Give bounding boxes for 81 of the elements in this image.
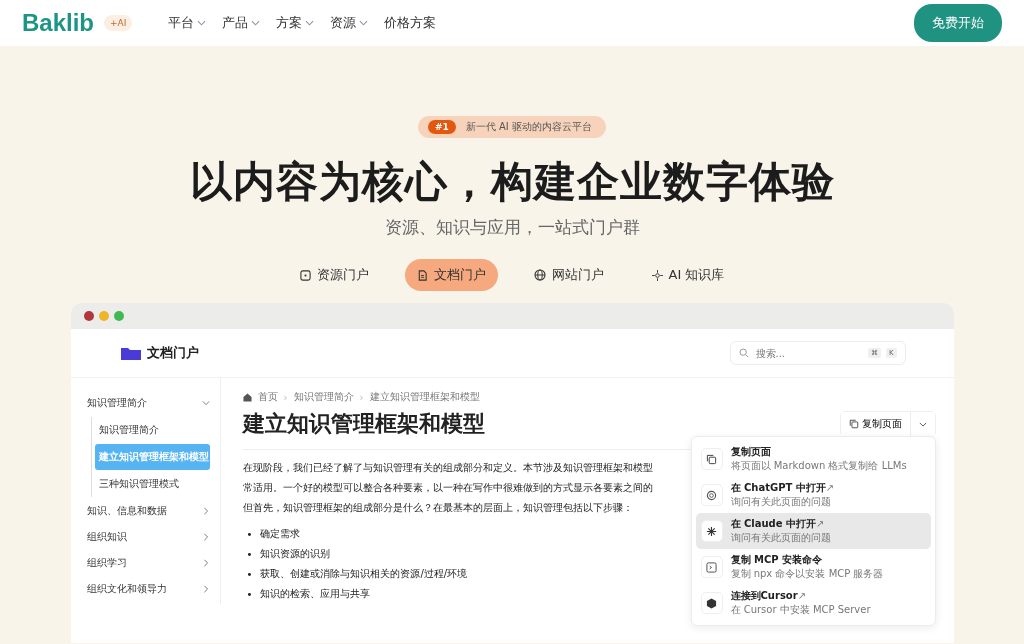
square-icon (299, 269, 311, 281)
breadcrumb-link[interactable]: 建立知识管理框架和模型 (369, 390, 480, 404)
nav-link[interactable]: 平台 (168, 14, 207, 32)
sidebar-label: 组织文化和领导力 (86, 582, 167, 596)
menu-item[interactable]: 在 Claude 中打开↗ 询问有关此页面的问题 (695, 513, 931, 549)
cube-icon (706, 597, 717, 609)
sidebar-label: 组织学习 (86, 556, 127, 570)
bullet-marker: • (245, 568, 253, 580)
terminal-icon (706, 561, 717, 573)
portal-tab[interactable]: 网站门户 (521, 259, 616, 291)
breadcrumb-separator: › (283, 391, 288, 403)
menu-item-title: 复制 MCP 安装命令 (730, 553, 824, 567)
home-icon (242, 392, 252, 402)
chevron-down-icon (197, 20, 207, 26)
breadcrumb-separator: › (359, 391, 364, 403)
copy-icon (848, 419, 859, 429)
sidebar-item[interactable]: 知识、信息和数据 (86, 498, 210, 524)
sidebar-item[interactable]: 知识管理简介 (86, 390, 210, 416)
menu-item[interactable]: 复制页面 将页面以 Markdown 格式复制给 LLMs (695, 441, 931, 477)
sidebar-label: 组织知识 (86, 530, 127, 544)
sparkle-icon (651, 269, 663, 281)
list-item: 确定需求 (260, 527, 301, 541)
menu-item-title: 在 ChatGPT 中打开↗ (730, 481, 835, 495)
menu-item-title: 在 Claude 中打开↗ (730, 517, 826, 531)
site-title[interactable]: 文档门户 (146, 344, 199, 362)
logo[interactable]: Baklib (22, 9, 95, 37)
hero-subtitle: 资源、知识与应用，一站式门户群 (384, 216, 640, 239)
chevron-down-icon (305, 20, 315, 26)
search-icon (738, 348, 749, 358)
menu-item-title: 连接到Cursor↗ (730, 589, 808, 603)
chevron-down-icon (251, 20, 261, 26)
sidebar-item[interactable]: 组织文化和领导力 (86, 576, 210, 602)
starburst-icon (706, 525, 717, 537)
breadcrumb-link[interactable]: 知识管理简介 (293, 390, 354, 404)
paragraph-line: 在现阶段，我们已经了解了与知识管理有关的组成部分和定义。本节涉及知识管理框架和模型 (242, 461, 653, 475)
menu-item-description: 在 Cursor 中安装 MCP Server (730, 603, 871, 617)
page-title: 建立知识管理框架和模型 (242, 410, 485, 438)
menu-item[interactable]: 复制 MCP 安装命令 复制 npx 命令以安装 MCP 服务器 (695, 549, 931, 585)
sidebar-subitem[interactable]: 三种知识管理模式 (94, 471, 210, 497)
list-item: 获取、创建或消除与知识相关的资源/过程/环境 (260, 567, 468, 581)
bullet-marker: • (245, 528, 253, 540)
globe-icon (533, 269, 546, 281)
ai-badge: +AI (104, 15, 133, 31)
paragraph-line: 但首先，知识管理框架的组成部分是什么？在最基本的层面上，知识管理包括以下步骤： (242, 501, 633, 515)
list-item: 知识的检索、应用与共享 (260, 587, 371, 601)
portal-tab[interactable]: 资源门户 (287, 259, 381, 291)
bullet-marker: • (245, 548, 253, 560)
nav-link[interactable]: 价格方案 (384, 14, 437, 32)
menu-item[interactable]: 连接到Cursor↗ 在 Cursor 中安装 MCP Server (695, 585, 931, 621)
portal-tab[interactable]: AI 知识库 (639, 259, 737, 291)
start-free-button[interactable]: 免费开始 (914, 4, 1002, 42)
breadcrumb-link[interactable]: 首页 (257, 390, 278, 404)
sidebar-label: 知识管理简介 (86, 396, 147, 410)
portal-tab[interactable]: 文档门户 (404, 259, 498, 291)
sidebar-subitem[interactable]: 知识管理简介 (94, 417, 210, 443)
rank-tag: #1 (428, 120, 456, 134)
sidebar-label: 知识、信息和数据 (86, 504, 167, 518)
bullet-marker: • (245, 588, 253, 600)
dropdown-toggle[interactable] (909, 412, 935, 436)
paragraph-line: 常适用。一个好的模型可以整合各种要素，以一种在写作中很难做到的方式显示各要素之间的 (242, 481, 653, 495)
nav-link[interactable]: 资源 (330, 14, 369, 32)
nav-link[interactable]: 方案 (276, 14, 315, 32)
folder-icon (120, 346, 141, 360)
sidebar-item[interactable]: 组织学习 (86, 550, 210, 576)
copy-icon (706, 453, 717, 465)
sidebar-item[interactable]: 组织知识 (86, 524, 210, 550)
menu-item-description: 询问有关此页面的问题 (730, 495, 832, 509)
knot-icon (706, 489, 717, 501)
search-input[interactable]: 搜索... (753, 346, 863, 360)
menu-item[interactable]: 在 ChatGPT 中打开↗ 询问有关此页面的问题 (695, 477, 931, 513)
menu-item-description: 询问有关此页面的问题 (730, 531, 831, 545)
chevron-down-icon (359, 20, 369, 26)
menu-item-title: 复制页面 (730, 445, 772, 459)
document-icon (416, 269, 428, 281)
badge-text: 新一代 AI 驱动的内容云平台 (465, 120, 592, 134)
menu-item-description: 将页面以 Markdown 格式复制给 LLMs (730, 459, 907, 473)
list-item: 知识资源的识别 (260, 547, 331, 561)
hero-title: 以内容为核心，构建企业数字体验 (189, 156, 835, 208)
caret-icon (918, 421, 927, 427)
menu-item-description: 复制 npx 命令以安装 MCP 服务器 (730, 567, 884, 581)
nav-link[interactable]: 产品 (222, 14, 261, 32)
